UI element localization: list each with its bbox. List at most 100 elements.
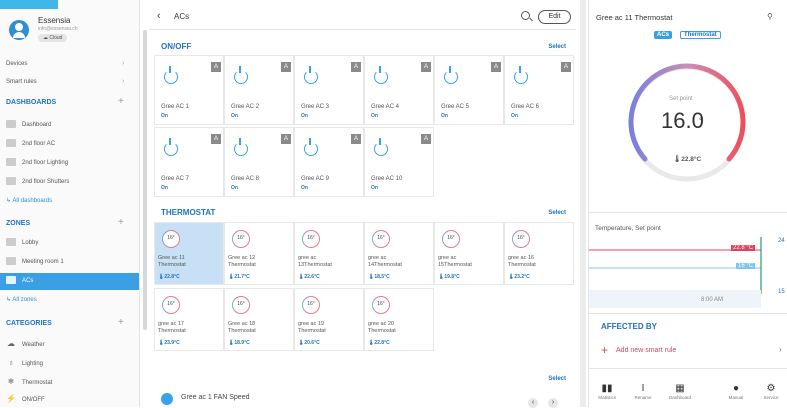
edit-button[interactable]: Edit — [538, 10, 571, 24]
ac-state: On — [231, 113, 238, 119]
axis-label: 24 — [778, 238, 785, 244]
auto-badge: A — [211, 62, 221, 72]
thermostat-temp: 🌡22.8°C — [368, 340, 390, 346]
ac-name: Gree AC 4 — [371, 104, 400, 110]
nav-devices[interactable]: Devices — [6, 58, 27, 70]
category-item[interactable]: ❄ Thermostat — [6, 373, 138, 390]
power-icon[interactable] — [234, 66, 248, 84]
zone-item[interactable]: Meeting room 1 — [6, 254, 138, 271]
ac-card[interactable]: A Gree AC 2 On — [224, 55, 294, 125]
ac-card[interactable]: A Gree AC 8 On — [224, 127, 294, 197]
thermostat-name: Gree ac 18 Thermostat — [228, 321, 256, 334]
ac-card[interactable]: A Gree AC 7 On — [154, 127, 224, 197]
manual-button[interactable]: ● Manual — [722, 383, 750, 400]
profile[interactable]: Essensia info@essensia.ch ☁ Cloud — [6, 16, 136, 48]
statistics-button[interactable]: ▮▮ Statistics — [593, 383, 621, 400]
auto-badge: A — [491, 62, 501, 72]
user-icon: ● — [732, 383, 740, 394]
thermostat-card[interactable]: 16° gree ac 20 Thermostat 🌡22.8°C — [364, 288, 434, 351]
dashboard-item[interactable]: 2nd floor Shutters — [6, 174, 138, 191]
power-icon[interactable] — [164, 138, 178, 156]
select-thermostat-link[interactable]: Select — [548, 210, 566, 216]
time-label: 8:00 AM — [701, 297, 724, 303]
power-icon[interactable] — [164, 66, 178, 84]
zone-icon — [6, 257, 16, 266]
ac-name: Gree AC 5 — [441, 104, 470, 110]
thermostat-temp: 🌡22.6°C — [298, 274, 320, 280]
ac-card[interactable]: A Gree AC 6 On — [504, 55, 574, 125]
thermostat-card[interactable]: 16° Gree ac 11 Thermostat 🌡22.8°C — [154, 222, 224, 285]
thermostat-name: gree ac 13Thermostat — [298, 255, 332, 268]
power-icon[interactable] — [444, 66, 458, 84]
ac-name: Gree AC 2 — [231, 104, 260, 110]
category-tag[interactable]: Thermostat — [680, 31, 721, 39]
chevron-right-icon[interactable]: › — [779, 345, 782, 354]
thermostat-card[interactable]: 16° gree ac 17 Thermostat 🌡23.9°C — [154, 288, 224, 351]
back-icon[interactable]: ‹ — [157, 10, 161, 22]
power-icon[interactable] — [234, 138, 248, 156]
thermostat-dial-icon: 16° — [512, 230, 530, 248]
thermostat-card[interactable]: 16° gree ac 15Thermostat 🌡19.8°C — [434, 222, 504, 285]
thermostat-card[interactable]: 16° gree ac 19 Thermostat 🌡20.6°C — [294, 288, 364, 351]
ac-name: Gree AC 1 — [161, 104, 190, 110]
thermostat-dial-icon: 16° — [372, 230, 390, 248]
thermostat-temp: 🌡23.2°C — [508, 274, 530, 280]
dashboard-button[interactable]: ▦ Dashboard — [666, 383, 694, 400]
select-fan-link[interactable]: Select — [548, 376, 566, 382]
dashboard-item[interactable]: Dashboard — [6, 117, 138, 134]
rename-button[interactable]: I Rename — [629, 383, 657, 400]
add-smart-rule-button[interactable]: + Add new smart rule — [601, 343, 676, 357]
thermostat-dial-icon: 16° — [232, 296, 250, 314]
auto-badge: A — [281, 62, 291, 72]
power-icon[interactable] — [374, 138, 388, 156]
power-icon[interactable] — [374, 66, 388, 84]
category-item[interactable]: ☁ Weather — [6, 335, 138, 352]
ac-state: On — [301, 113, 308, 119]
plug-icon: ⚡ — [6, 394, 16, 403]
select-onoff-link[interactable]: Select — [548, 44, 566, 50]
pin-icon[interactable]: ⚲ — [767, 12, 773, 21]
dashboard-icon: ▦ — [675, 383, 685, 394]
category-item[interactable]: ♁ Lighting — [6, 354, 138, 371]
add-category-icon[interactable]: + — [118, 318, 124, 328]
all-dashboards-link[interactable]: ↳ All dashboards — [6, 197, 52, 204]
power-icon[interactable] — [514, 66, 528, 84]
thermostat-dial-icon: 16° — [442, 230, 460, 248]
divider — [589, 313, 787, 314]
search-icon[interactable] — [521, 11, 530, 20]
add-zone-icon[interactable]: + — [118, 218, 124, 228]
zone-item[interactable]: Lobby — [6, 235, 138, 252]
ac-card[interactable]: A Gree AC 10 On — [364, 127, 434, 197]
auto-badge: A — [561, 62, 571, 72]
zone-item-selected[interactable]: ACs — [0, 273, 139, 290]
zone-tag[interactable]: ACs — [654, 31, 673, 39]
thermostat-card[interactable]: 16° Gree ac 12 Thermostat 🌡21.7°C — [224, 222, 294, 285]
ac-card[interactable]: A Gree AC 5 On — [434, 55, 504, 125]
thermostat-card[interactable]: 16° gree ac 14Thermostat 🌡18.5°C — [364, 222, 434, 285]
power-icon[interactable] — [304, 66, 318, 84]
thermostat-card[interactable]: 16° Gree ac 18 Thermostat 🌡18.9°C — [224, 288, 294, 351]
auto-badge: A — [211, 134, 221, 144]
ac-card[interactable]: A Gree AC 9 On — [294, 127, 364, 197]
dashboard-item[interactable]: 2nd floor Lighting — [6, 155, 138, 172]
detail-title: Gree ac 11 Thermostat — [596, 13, 673, 22]
main-scrollbar[interactable] — [580, 0, 586, 407]
category-item[interactable]: ⚡ ON/OFF — [6, 390, 138, 407]
zones-header: ZONES — [6, 220, 31, 227]
nav-smart-rules[interactable]: Smart rules — [6, 76, 37, 88]
power-icon[interactable] — [304, 138, 318, 156]
ac-card[interactable]: A Gree AC 4 On — [364, 55, 434, 125]
service-button[interactable]: ⚙ Service — [757, 383, 785, 400]
thermostat-card[interactable]: 16° gree ac 16 Thermostat 🌡23.2°C — [504, 222, 574, 285]
thermostat-card[interactable]: 16° gree ac 13Thermostat 🌡22.6°C — [294, 222, 364, 285]
add-dashboard-icon[interactable]: + — [118, 97, 124, 107]
auto-badge: A — [421, 62, 431, 72]
dashboard-icon — [6, 139, 16, 148]
all-zones-link[interactable]: ↳ All zones — [6, 296, 37, 303]
ac-card[interactable]: A Gree AC 3 On — [294, 55, 364, 125]
dashboard-item[interactable]: 2nd floor AC — [6, 136, 138, 153]
affected-by-header: AFFECTED BY — [601, 322, 657, 331]
profile-name: Essensia — [38, 16, 71, 25]
sidebar-scrollbar[interactable] — [143, 30, 147, 330]
ac-card[interactable]: A Gree AC 1 On — [154, 55, 224, 125]
